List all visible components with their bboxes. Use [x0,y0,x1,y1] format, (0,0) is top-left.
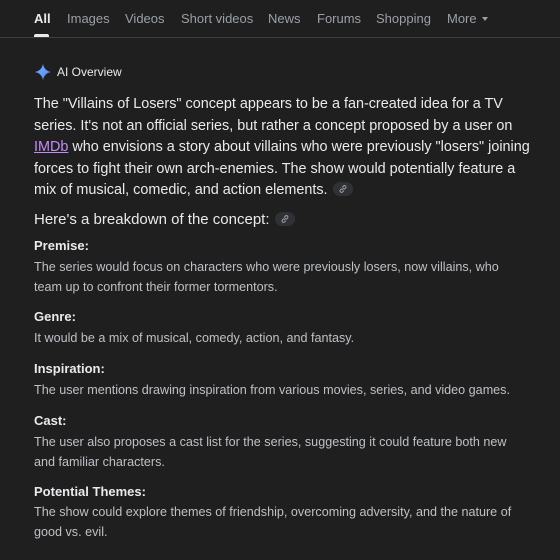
section-title-potential-themes: Potential Themes: [34,484,146,499]
imdb-link[interactable]: IMDb [34,139,68,155]
section-body-potential-themes: The show could explore themes of friends… [34,503,554,542]
intro-line: forces to fight their own arch-enemies. … [34,160,516,177]
tab-images[interactable]: Images [67,11,110,26]
section-line: good vs. evil. [34,524,108,539]
ai-overview-header: AI Overview [34,62,122,82]
section-body-cast: The user also proposes a cast list for t… [34,433,554,472]
intro-line: mix of musical, comedic, and action elem… [34,180,544,202]
section-line: The user also proposes a cast list for t… [34,435,507,449]
link-icon [339,185,346,194]
tab-news[interactable]: News [268,11,301,26]
section-title-premise: Premise: [34,238,89,253]
section-line: The series would focus on characters who… [34,260,499,274]
intro-line: IMDb who envisions a story about villain… [34,137,544,159]
tab-more-label: More [447,11,477,26]
section-line: The show could explore themes of friends… [34,505,512,519]
section-body-genre: It would be a mix of musical, comedy, ac… [34,329,554,349]
tab-forums[interactable]: Forums [317,11,361,26]
tab-short-videos[interactable]: Short videos [181,11,253,26]
active-tab-indicator [34,34,49,37]
section-line: and familiar characters. [34,454,165,469]
source-link-chip[interactable] [332,182,353,197]
intro-line: series. It's not an official series, but… [34,117,513,134]
breakdown-heading: Here's a breakdown of the concept: [34,210,295,230]
ai-overview-intro: The "Villains of Losers" concept appears… [34,94,544,202]
section-title-genre: Genre: [34,309,76,324]
sparkle-icon [34,63,52,81]
section-body-premise: The series would focus on characters who… [34,258,554,297]
tab-videos[interactable]: Videos [125,11,165,26]
tab-shopping[interactable]: Shopping [376,11,431,26]
section-body-inspiration: The user mentions drawing inspiration fr… [34,381,554,401]
intro-line-text: who envisions a story about villains who… [68,139,530,155]
intro-line: The "Villains of Losers" concept appears… [34,96,503,112]
ai-overview-label: AI Overview [57,65,122,79]
link-icon [281,215,288,223]
search-tabs-bar: All Images Videos Short videos News Foru… [0,0,560,38]
section-line: The user mentions drawing inspiration fr… [34,383,510,397]
breakdown-heading-text: Here's a breakdown of the concept: [34,211,270,228]
chevron-down-icon [481,16,488,21]
intro-line-text: mix of musical, comedic, and action elem… [34,182,328,198]
tab-more[interactable]: More [447,11,488,26]
section-title-inspiration: Inspiration: [34,361,105,376]
section-title-cast: Cast: [34,413,67,428]
tab-all[interactable]: All [34,11,51,26]
section-line: team up to confront their former torment… [34,279,278,294]
section-line: It would be a mix of musical, comedy, ac… [34,331,355,345]
source-link-chip[interactable] [274,212,295,227]
